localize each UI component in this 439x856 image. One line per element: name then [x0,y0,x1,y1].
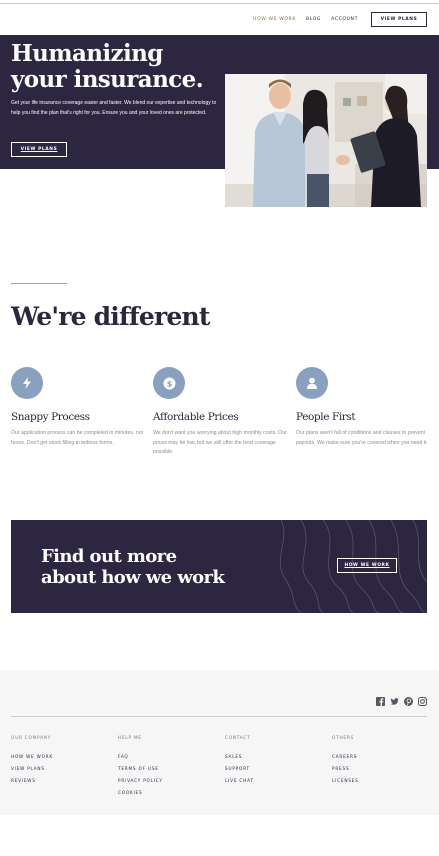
footer-divider [11,716,427,717]
agent-meeting-couple-illustration [225,74,427,207]
footer-link-licenses[interactable]: LICENSES [332,778,359,783]
feature-title: Snappy Process [11,411,90,423]
social-links [376,693,427,706]
feature-title: People First [296,411,356,423]
footer-column-heading: OTHERS [332,735,355,740]
footer-link-live-chat[interactable]: LIVE CHAT [225,778,254,783]
footer-column-others: OTHERS CAREERS PRESS LICENSES [332,735,359,790]
feature-affordable-prices: $ Affordable Prices We don't want you wo… [153,367,289,458]
hero-photo [225,74,427,207]
footer-link-careers[interactable]: CAREERS [332,754,359,759]
top-border-line [0,3,439,4]
footer-column-heading: HELP ME [118,735,142,740]
hero-description: Get your life insurance coverage easier … [11,100,217,116]
footer-column-help-me: HELP ME FAQ TERMS OF USE PRIVACY POLICY … [118,735,163,802]
nav-account[interactable]: ACCOUNT [331,17,358,22]
footer-link-cookies[interactable]: COOKIES [118,790,163,795]
feature-title: Affordable Prices [153,411,239,423]
footer-link-terms-of-use[interactable]: TERMS OF USE [118,766,163,771]
footer-link-reviews[interactable]: REVIEWS [11,778,53,783]
footer-link-press[interactable]: PRESS [332,766,359,771]
feature-people-first: People First Our plans aren't full of co… [296,367,432,448]
footer-link-sales[interactable]: SALES [225,754,254,759]
view-plans-button[interactable]: VIEW PLANS [371,12,427,27]
banner-title-line2: about how we work [41,567,225,588]
hero-title-line1: Humanizing [11,40,163,67]
facebook-icon[interactable] [376,693,385,706]
hero-title-line2: your insurance. [11,66,204,93]
svg-text:$: $ [166,379,172,388]
nav-how-we-work[interactable]: HOW WE WORK [253,17,296,22]
twitter-icon[interactable] [390,693,399,705]
how-we-work-button[interactable]: HOW WE WORK [337,558,397,573]
instagram-icon[interactable] [418,693,427,706]
footer-link-privacy-policy[interactable]: PRIVACY POLICY [118,778,163,783]
banner-title-line1: Find out more [41,546,177,567]
footer-column-our-company: OUR COMPANY HOW WE WORK VIEW PLANS REVIE… [11,735,53,790]
feature-description: We don't want you worrying about high mo… [153,430,287,455]
site-footer: OUR COMPANY HOW WE WORK VIEW PLANS REVIE… [0,670,439,815]
feature-description: Our plans aren't full of conditions and … [296,430,428,446]
main-nav: HOW WE WORK BLOG ACCOUNT VIEW PLANS [253,12,427,27]
lightning-icon [11,367,43,399]
person-icon [296,367,328,399]
footer-column-heading: CONTACT [225,735,251,740]
hero-title: Humanizing your insurance. [11,40,204,93]
pinterest-icon[interactable] [404,693,413,706]
how-we-work-banner: Find out more about how we work HOW WE W… [11,520,427,613]
footer-column-contact: CONTACT SALES SUPPORT LIVE CHAT [225,735,254,790]
section-accent-line [11,283,67,284]
footer-column-heading: OUR COMPANY [11,735,52,740]
dollar-coin-icon: $ [153,367,185,399]
footer-link-view-plans[interactable]: VIEW PLANS [11,766,53,771]
feature-description: Our application process can be completed… [11,430,144,446]
footer-link-faq[interactable]: FAQ [118,754,163,759]
different-section-title: We're different [11,302,210,331]
footer-link-how-we-work[interactable]: HOW WE WORK [11,754,53,759]
footer-link-support[interactable]: SUPPORT [225,766,254,771]
feature-snappy-process: Snappy Process Our application process c… [11,367,147,448]
banner-title: Find out more about how we work [41,546,225,588]
hero-view-plans-button[interactable]: VIEW PLANS [11,142,67,157]
nav-blog[interactable]: BLOG [306,17,321,22]
